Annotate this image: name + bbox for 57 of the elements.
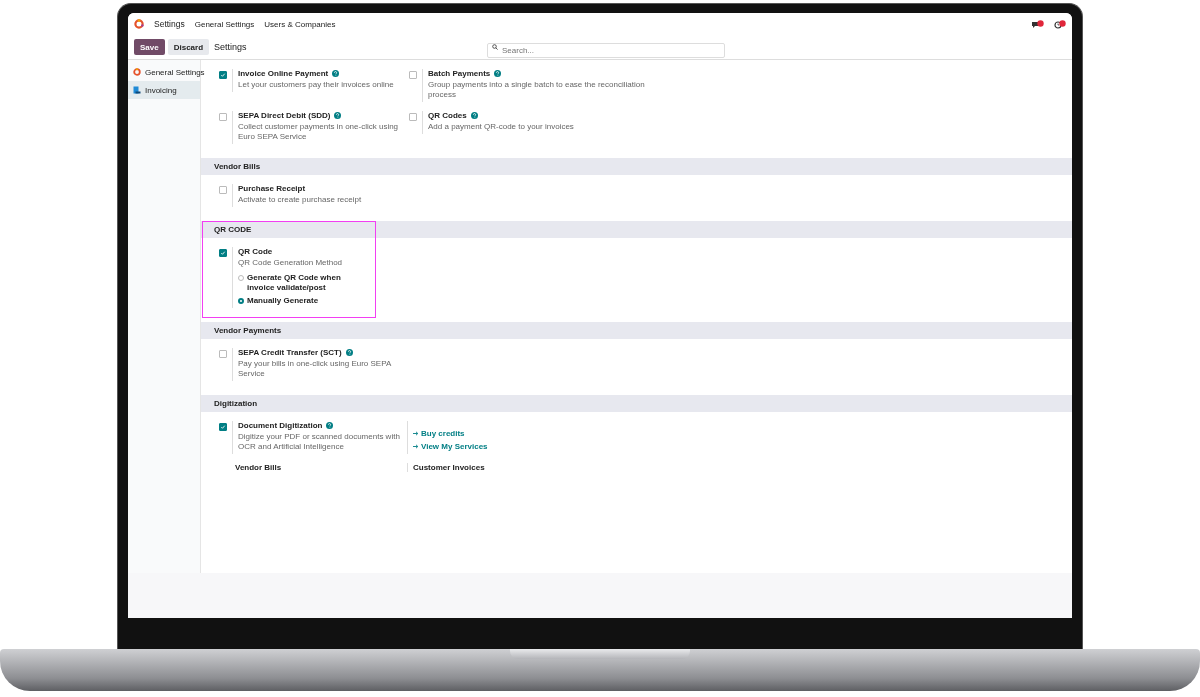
breadcrumb: Settings bbox=[214, 42, 247, 52]
checkbox[interactable] bbox=[409, 71, 417, 79]
invoice-icon bbox=[133, 86, 141, 94]
section-header: Vendor Bills bbox=[201, 158, 1072, 175]
app-title[interactable]: Settings bbox=[154, 19, 185, 29]
setting-title: Purchase Receipt bbox=[238, 184, 306, 193]
menu-item[interactable]: Users & Companies bbox=[264, 19, 336, 29]
section-header: QR CODE bbox=[201, 221, 1072, 238]
setting-title: Invoice Online Payment bbox=[238, 69, 329, 78]
chat-icon[interactable] bbox=[1032, 19, 1044, 29]
setting-title: Batch Payments bbox=[428, 69, 491, 78]
setting-title: SEPA Direct Debit (SDD) bbox=[238, 111, 331, 120]
help-icon[interactable] bbox=[326, 422, 334, 429]
help-icon[interactable] bbox=[334, 112, 342, 119]
radio-label: Generate QR Code when invoice validate/post bbox=[247, 273, 342, 293]
setting-title: QR Code bbox=[238, 247, 273, 256]
setting-description: Let your customers pay their invoices online bbox=[238, 80, 395, 90]
section-header: Vendor Payments bbox=[201, 322, 1072, 339]
checkbox[interactable] bbox=[219, 71, 227, 79]
checkbox[interactable] bbox=[219, 186, 227, 194]
app-logo-icon bbox=[133, 68, 141, 76]
discard-button[interactable]: Discard bbox=[167, 39, 210, 55]
setting-title: SEPA Credit Transfer (SCT) bbox=[238, 348, 342, 357]
search-field[interactable]: Search... bbox=[487, 43, 725, 58]
app-logo-icon[interactable] bbox=[134, 19, 144, 29]
setting-title: Document Digitization bbox=[238, 421, 323, 430]
link[interactable]: Buy credits bbox=[413, 429, 465, 438]
checkbox[interactable] bbox=[409, 113, 417, 121]
sidebar-item[interactable]: Invoicing bbox=[128, 81, 200, 99]
setting-description: Add a payment QR-code to your invoices bbox=[428, 122, 575, 132]
radio-button[interactable] bbox=[238, 298, 244, 304]
help-icon[interactable] bbox=[345, 349, 353, 356]
help-icon[interactable] bbox=[494, 70, 502, 77]
help-icon[interactable] bbox=[470, 112, 478, 119]
radio-label: Manually Generate bbox=[247, 296, 319, 306]
setting-description: Collect customer payments in one-click using Euro SEPA Service bbox=[238, 122, 400, 142]
arrow-icon bbox=[413, 431, 419, 436]
setting-description: QR Code Generation Method bbox=[238, 258, 344, 268]
checkbox[interactable] bbox=[219, 423, 227, 431]
setting-description: Activate to create purchase receipt bbox=[238, 195, 363, 205]
checkbox[interactable] bbox=[219, 113, 227, 121]
setting-title: QR Codes bbox=[428, 111, 467, 120]
setting-description: Group payments into a single batch to ease the reconciliation process bbox=[428, 80, 646, 100]
help-icon[interactable] bbox=[332, 70, 340, 77]
clock-icon[interactable] bbox=[1054, 19, 1066, 29]
subsection-title: Vendor Bills bbox=[235, 463, 282, 472]
subsection-title: Customer Invoices bbox=[413, 463, 485, 472]
section-header: Digitization bbox=[201, 395, 1072, 412]
setting-description: Digitize your PDF or scanned documents with OCR and Artificial Intelligence bbox=[238, 432, 401, 452]
arrow-icon bbox=[413, 444, 419, 449]
radio-button[interactable] bbox=[238, 275, 244, 281]
menu-item[interactable]: General Settings bbox=[194, 19, 255, 29]
checkbox[interactable] bbox=[219, 249, 227, 257]
checkbox[interactable] bbox=[219, 350, 227, 358]
setting-description: Pay your bills in one-click using Euro SEPA Service bbox=[238, 359, 392, 379]
save-button[interactable]: Save bbox=[134, 39, 165, 55]
link[interactable]: View My Services bbox=[413, 442, 488, 451]
